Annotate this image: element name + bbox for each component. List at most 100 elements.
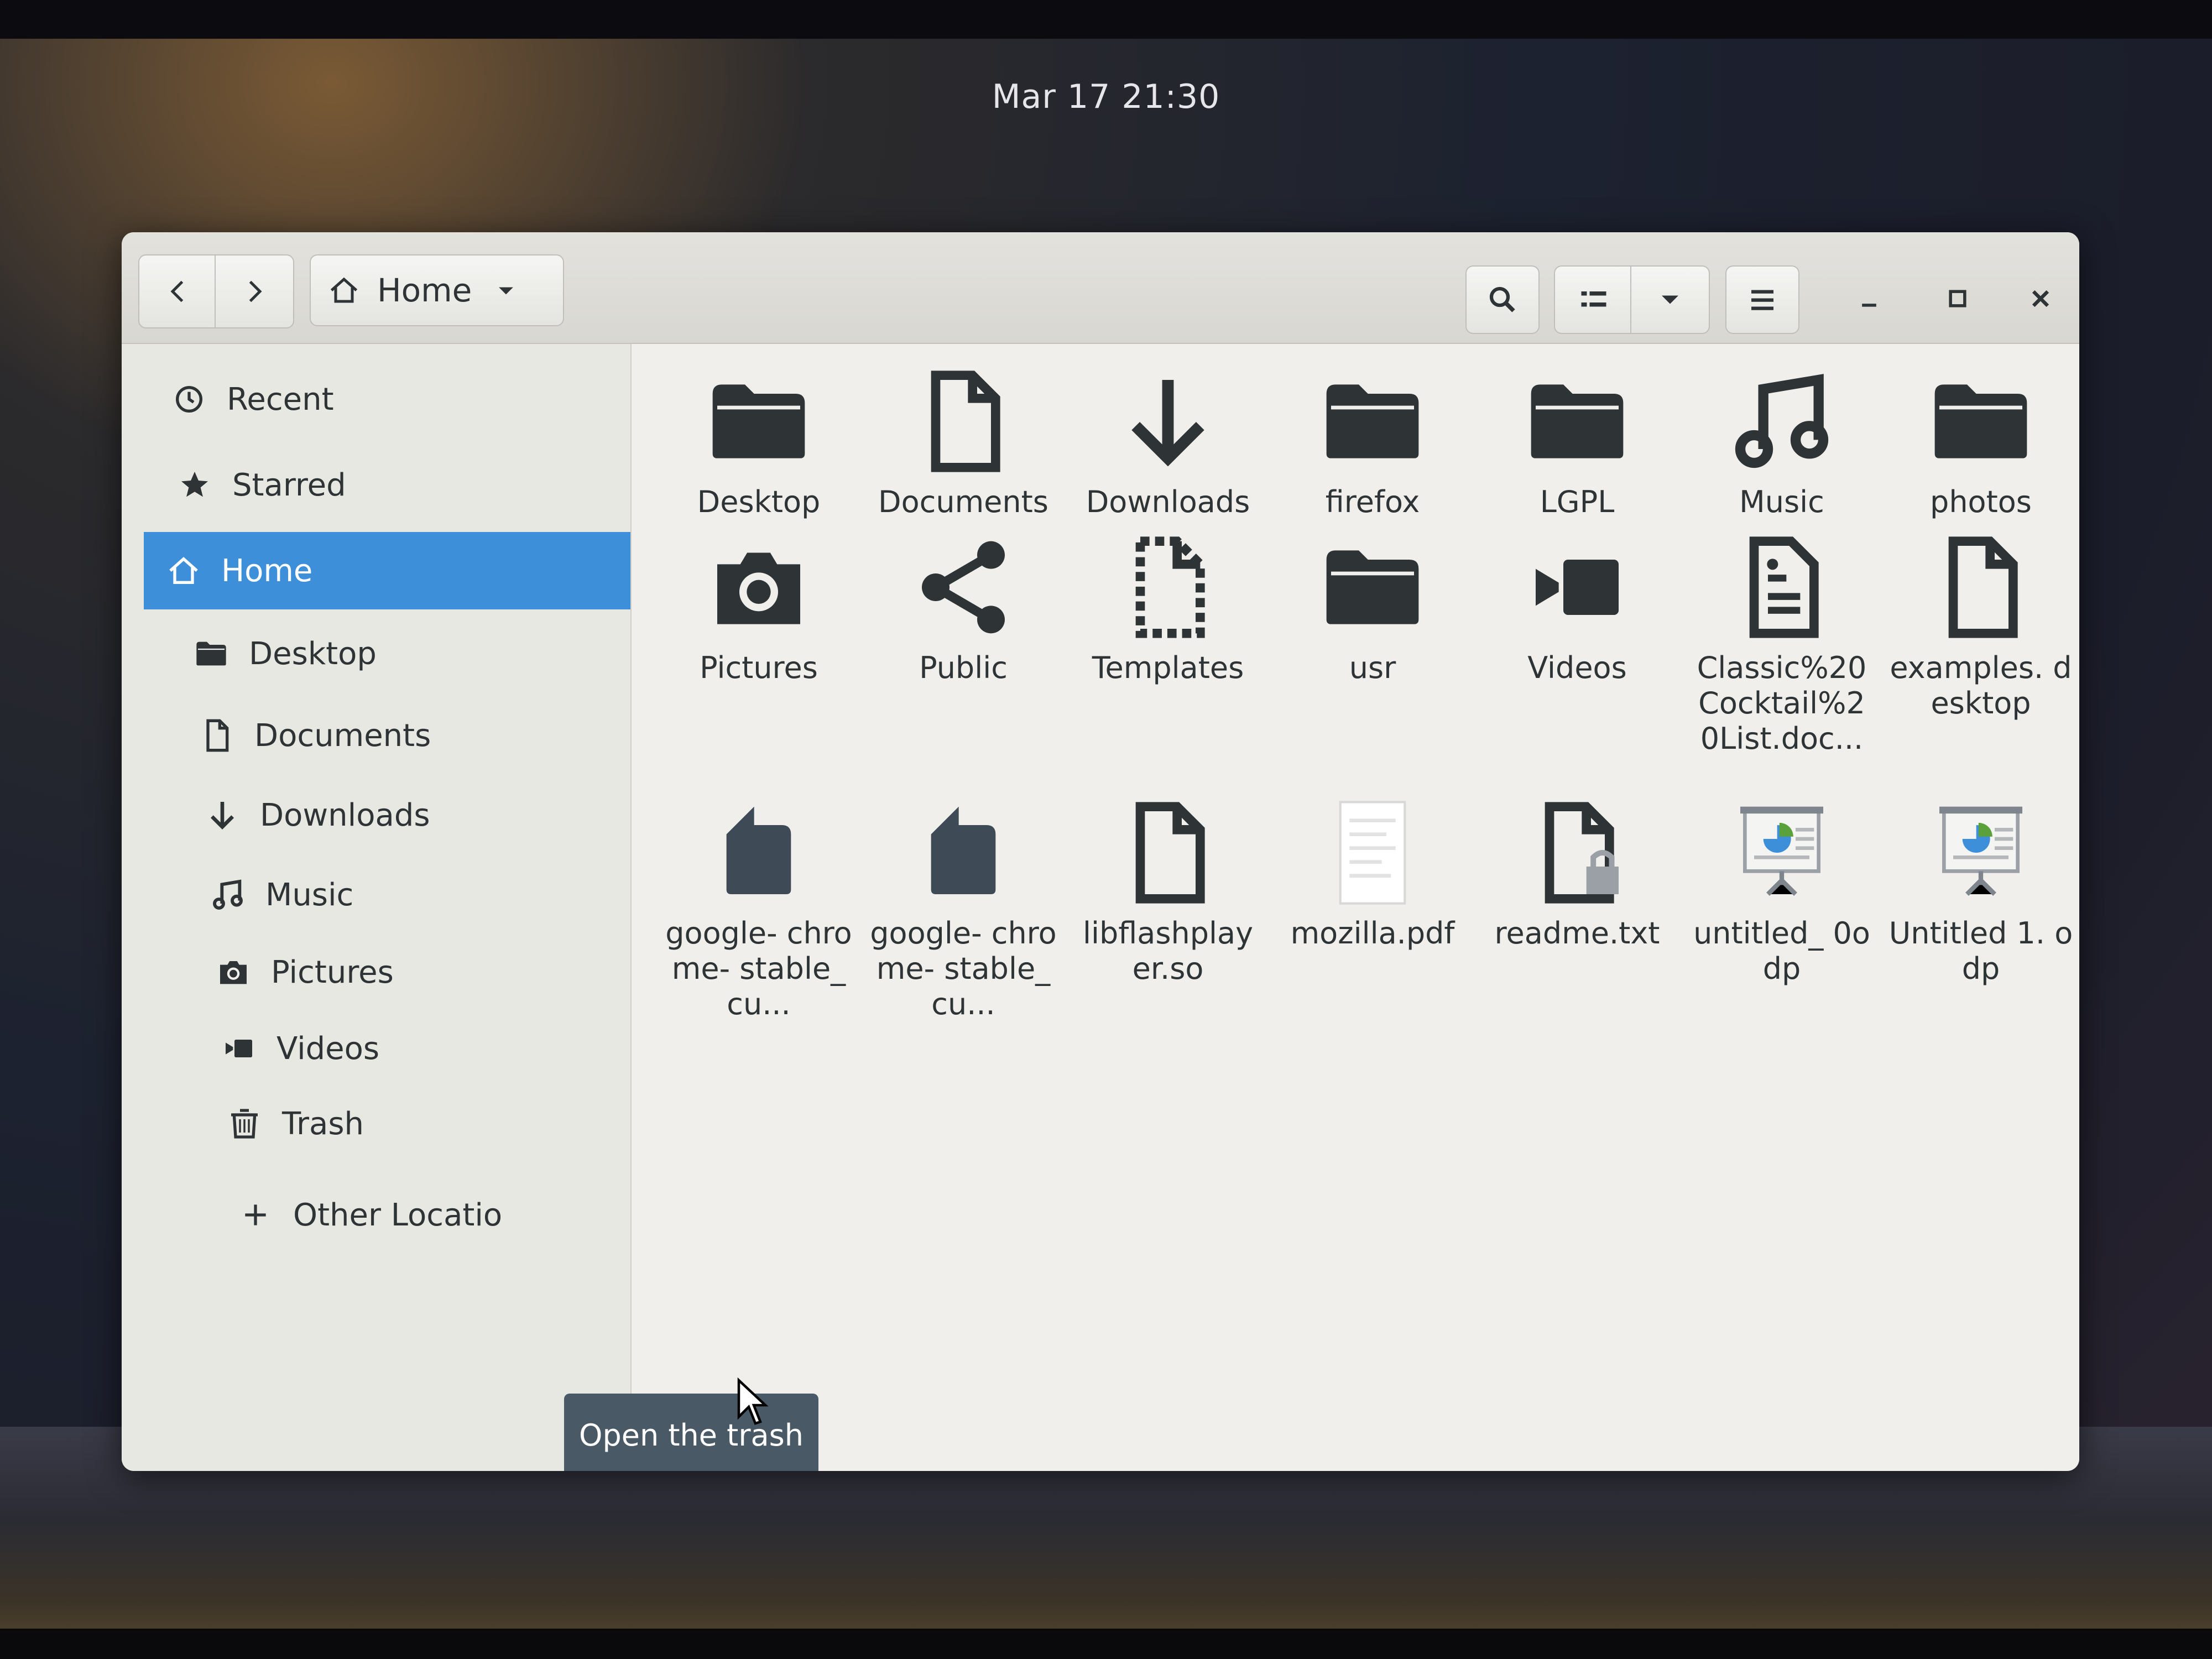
minimize-icon	[1862, 304, 1876, 307]
sidebar-item-starred[interactable]: Starred	[155, 446, 630, 524]
music-icon	[1735, 374, 1829, 468]
file-item[interactable]: Classic%20 Cocktail%2 0List.doc...	[1688, 532, 1876, 757]
template-icon	[1135, 536, 1205, 638]
file-name: Downloads	[1086, 484, 1250, 519]
file-item[interactable]: readme.txt	[1483, 797, 1671, 951]
file-item[interactable]: LGPL	[1483, 366, 1671, 520]
document-icon	[931, 371, 1000, 472]
file-item[interactable]: Videos	[1483, 532, 1671, 686]
list-view-icon	[1581, 291, 1606, 307]
file-item[interactable]: google- chrome- stable_cu...	[665, 797, 853, 1022]
search-button[interactable]	[1465, 265, 1540, 334]
file-name: Pictures	[700, 650, 818, 685]
mouse-cursor-icon	[737, 1377, 769, 1425]
file-item[interactable]: Pictures	[665, 532, 853, 686]
main-menu-button[interactable]	[1725, 265, 1799, 334]
file-name: Templates	[1092, 650, 1244, 685]
file-item[interactable]: mozilla.pdf	[1279, 797, 1467, 951]
download-icon	[1131, 380, 1204, 467]
sidebar-item-label: Home	[221, 552, 313, 589]
top-panel	[0, 0, 2212, 39]
folder-icon	[1326, 550, 1419, 624]
sidebar-item-label: Trash	[282, 1105, 364, 1142]
file-view: Desktop Documents Downloads firefox LGPL Musi…	[632, 344, 2079, 1471]
package-icon	[931, 806, 996, 894]
sidebar-item-downloads[interactable]: Downloads	[182, 776, 630, 854]
file-item[interactable]: Templates	[1074, 532, 1262, 686]
clock-icon	[176, 386, 202, 413]
maximize-button[interactable]	[1930, 271, 1985, 326]
search-icon	[1489, 286, 1515, 312]
file-item[interactable]: firefox	[1279, 366, 1467, 520]
file-name: mozilla.pdf	[1290, 916, 1455, 951]
close-icon	[2032, 290, 2049, 307]
file-name: photos	[1930, 484, 2032, 519]
file-item[interactable]: untitled_ 0odp	[1688, 797, 1876, 987]
clock[interactable]: Mar 17 21:30	[0, 77, 2212, 116]
file-name: google- chrome- stable_cu...	[665, 916, 852, 1021]
close-button[interactable]	[2013, 271, 2068, 326]
tooltip: Open the trash	[564, 1394, 818, 1471]
chevron-left-icon	[170, 280, 184, 302]
folder-icon	[1326, 384, 1419, 458]
forward-button[interactable]	[215, 254, 294, 328]
sidebar-item-trash[interactable]: Trash	[205, 1085, 630, 1162]
header-bar: Home	[122, 232, 2079, 344]
sidebar-item-recent[interactable]: Recent	[149, 361, 630, 438]
file-item[interactable]: Public	[869, 532, 1057, 686]
sidebar-item-music[interactable]: Music	[188, 856, 630, 933]
sidebar-item-pictures[interactable]: Pictures	[194, 933, 630, 1011]
star-icon	[181, 472, 208, 497]
file-item[interactable]: examples. desktop	[1887, 532, 2075, 721]
maximize-icon	[1949, 290, 1966, 307]
presentation-icon	[1740, 806, 1823, 896]
file-item[interactable]: usr	[1279, 532, 1467, 686]
minimize-button[interactable]	[1841, 271, 1897, 326]
download-icon	[210, 802, 234, 830]
folder-icon	[712, 384, 805, 458]
file-item[interactable]: Untitled 1. odp	[1887, 797, 2075, 987]
sidebar-item-label: Videos	[276, 1030, 380, 1067]
sidebar-item-label: Desktop	[249, 635, 377, 672]
package-icon	[726, 806, 791, 894]
sidebar-item-documents[interactable]: Documents	[177, 697, 630, 774]
camera-icon	[717, 552, 800, 624]
file-item[interactable]: Documents	[869, 366, 1057, 520]
file-item[interactable]: Music	[1688, 366, 1876, 520]
path-bar-home[interactable]: Home	[310, 254, 564, 326]
view-mode-button[interactable]	[1554, 265, 1634, 334]
path-label: Home	[377, 272, 472, 309]
share-icon	[922, 541, 1005, 634]
file-item[interactable]: photos	[1887, 366, 2075, 520]
document-icon	[1948, 536, 2018, 638]
sidebar-item-label: Pictures	[271, 954, 394, 990]
file-item[interactable]: google- chrome- stable_cu...	[869, 797, 1057, 1022]
trash-icon	[231, 1109, 258, 1139]
sidebar-item-other-locatio[interactable]: Other Locatio	[216, 1176, 630, 1254]
sidebar-item-label: Recent	[227, 381, 334, 418]
view-options-button[interactable]	[1630, 265, 1710, 334]
sidebar-item-videos[interactable]: Videos	[199, 1010, 630, 1087]
file-name: usr	[1349, 650, 1396, 685]
back-button[interactable]	[138, 254, 218, 328]
file-item[interactable]: Downloads	[1074, 366, 1262, 520]
video-icon	[226, 1040, 252, 1057]
file-item[interactable]: libflashplay er.so	[1074, 797, 1262, 987]
presentation-icon	[1939, 806, 2022, 896]
document-icon	[206, 719, 229, 752]
bottom-bezel	[0, 1629, 2212, 1659]
plus-icon	[245, 1204, 266, 1225]
sidebar-item-home[interactable]: Home	[144, 532, 630, 609]
file-item[interactable]: Desktop	[665, 366, 853, 520]
chevron-down-icon	[1662, 295, 1678, 304]
chevron-down-icon	[499, 287, 514, 295]
folder-icon	[1934, 384, 2027, 458]
sidebar-item-desktop[interactable]: Desktop	[171, 615, 630, 692]
text-document-icon	[1749, 536, 1819, 638]
locked-document-icon	[1545, 802, 1619, 904]
file-name: libflashplay er.so	[1082, 916, 1254, 986]
sidebar-item-label: Starred	[232, 467, 346, 503]
folder-icon	[196, 641, 226, 666]
home-icon	[169, 557, 198, 584]
file-name: Public	[919, 650, 1008, 685]
